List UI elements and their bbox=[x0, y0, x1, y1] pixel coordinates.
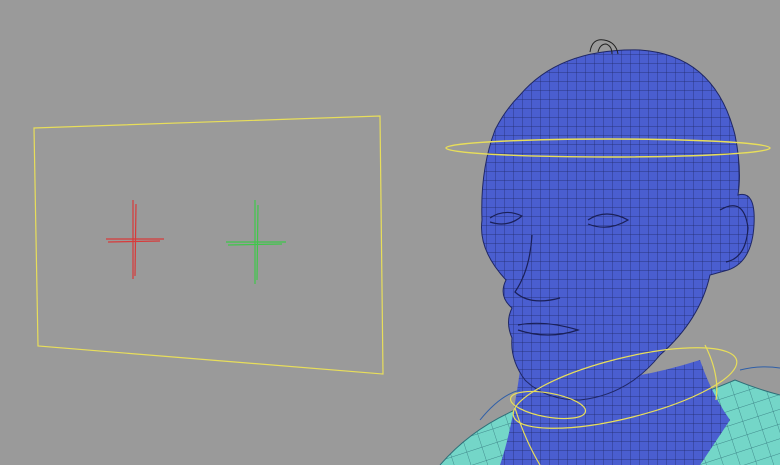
3d-viewport[interactable] bbox=[0, 0, 780, 465]
locator-plane[interactable] bbox=[33, 115, 384, 375]
right-eye-locator[interactable] bbox=[226, 200, 286, 284]
left-eye-locator[interactable] bbox=[106, 200, 164, 279]
head-mesh[interactable] bbox=[470, 40, 770, 410]
scene-canvas[interactable] bbox=[0, 0, 780, 465]
